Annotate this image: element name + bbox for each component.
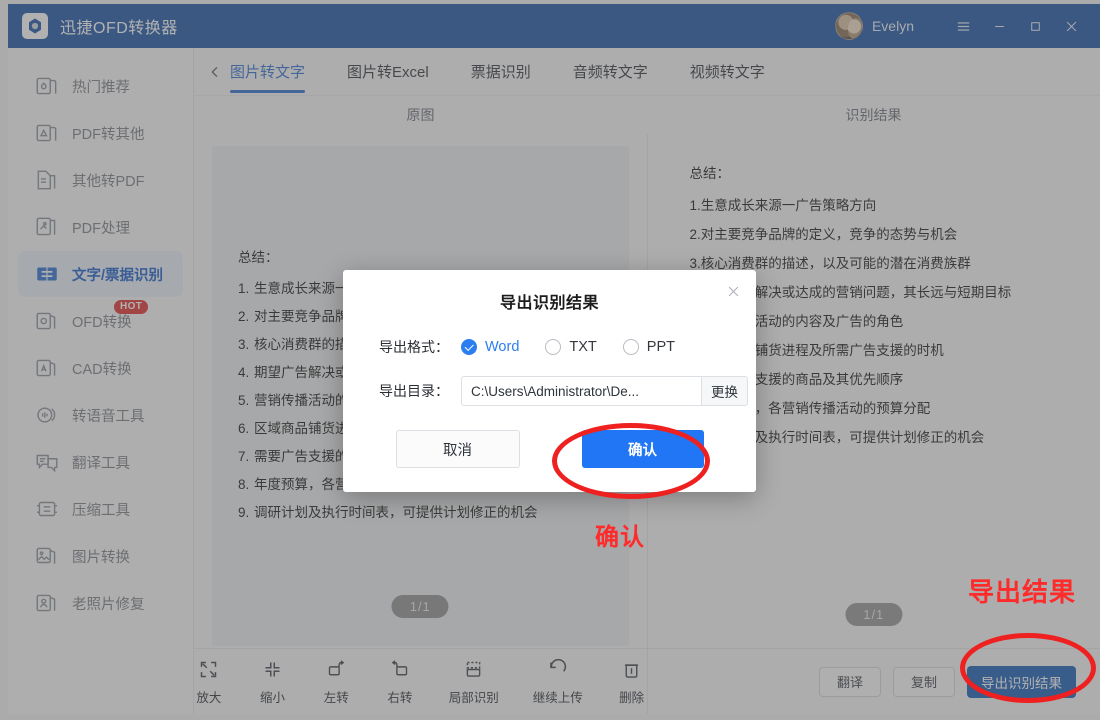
radio-ppt[interactable]: PPT [622, 339, 675, 355]
change-directory-button[interactable]: 更换 [701, 376, 748, 406]
radio-label: PPT [646, 339, 675, 355]
format-row: 导出格式： Word TXT PPT [343, 337, 756, 357]
radio-circle-icon [545, 339, 562, 355]
directory-label: 导出目录： [379, 383, 449, 399]
format-label: 导出格式： [379, 339, 449, 355]
export-path-input[interactable]: C:\Users\Administrator\De... [461, 376, 701, 406]
application-window: 迅捷OFD转换器 Evelyn 热门推荐 PDF转其他 其他转PDF PDF处理… [0, 0, 1100, 720]
radio-label: Word [485, 339, 520, 355]
cancel-button[interactable]: 取消 [395, 430, 520, 468]
confirm-button[interactable]: 确认 [581, 430, 704, 468]
dialog-footer: 取消 确认 [343, 430, 756, 468]
close-icon[interactable] [722, 280, 744, 302]
directory-row: 导出目录： C:\Users\Administrator\De... 更换 [343, 376, 756, 406]
radio-txt[interactable]: TXT [545, 339, 597, 355]
dialog-title: 导出识别结果 [499, 295, 599, 312]
radio-check-icon [461, 339, 477, 355]
radio-label: TXT [569, 339, 597, 355]
radio-word[interactable]: Word [461, 339, 519, 355]
export-dialog: 导出识别结果 导出格式： Word TXT PPT 导出目录： C:\Users… [343, 270, 756, 492]
radio-circle-icon [622, 339, 639, 355]
